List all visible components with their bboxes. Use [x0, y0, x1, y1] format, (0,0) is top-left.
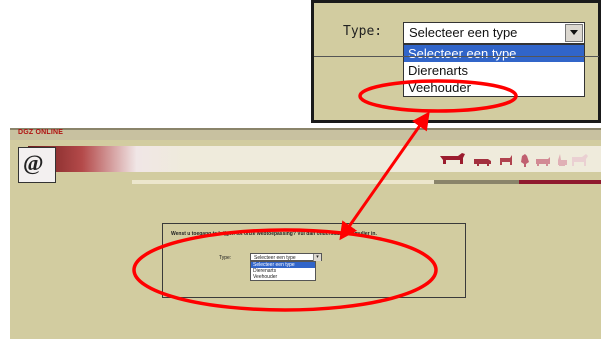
type-options-list[interactable]: Selecteer een type Dierenarts Veehouder	[250, 261, 316, 281]
chevron-down-icon[interactable]	[565, 24, 583, 42]
inset-separator	[314, 56, 599, 57]
access-form: Wenst u toegang te krijgen tot onze webt…	[162, 223, 466, 298]
banner-stripe-dark	[434, 180, 519, 184]
chevron-down-icon[interactable]: ▾	[313, 254, 321, 261]
option-veehouder[interactable]: Veehouder	[251, 274, 315, 280]
zoom-inset: Type: Selecteer een type Selecteer een t…	[311, 0, 601, 123]
at-logo-icon[interactable]: @	[18, 147, 56, 183]
zoom-type-label: Type:	[343, 24, 383, 39]
type-select[interactable]: Selecteer een type ▾	[250, 253, 322, 261]
zoom-select-value: Selecteer een type	[409, 25, 518, 40]
main-screenshot: DGZ ONLINE @ Wenst u toegang te krijgen …	[10, 128, 601, 339]
zoom-option-veehouder[interactable]: Veehouder	[404, 79, 584, 96]
top-strip	[10, 130, 601, 140]
type-label: Type:	[219, 255, 232, 261]
brand-title: DGZ ONLINE	[18, 129, 64, 136]
banner-stripe-maroon	[519, 180, 601, 184]
form-question: Wenst u toegang te krijgen tot onze webt…	[171, 231, 377, 237]
livestock-silhouettes-icon	[440, 153, 588, 167]
zoom-option-selecteer[interactable]: Selecteer een type	[404, 45, 584, 62]
zoom-type-select[interactable]: Selecteer een type	[403, 22, 585, 44]
zoom-options-list[interactable]: Selecteer een type Dierenarts Veehouder	[403, 44, 585, 97]
zoom-option-dierenarts[interactable]: Dierenarts	[404, 62, 584, 79]
